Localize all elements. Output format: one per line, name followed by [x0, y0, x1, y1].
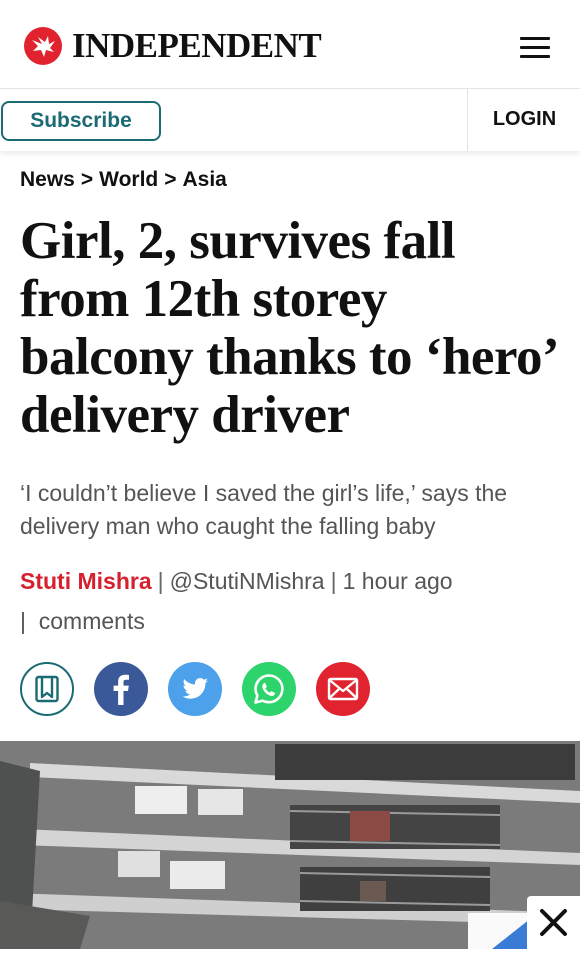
twitter-share-button[interactable]	[168, 662, 222, 716]
breadcrumb-separator: >	[164, 168, 177, 191]
article-headline: Girl, 2, survives fall from 12th storey …	[20, 212, 556, 444]
author-link[interactable]: Stuti Mishra	[20, 568, 152, 594]
article-standfirst: ‘I couldn’t believe I saved the girl’s l…	[20, 480, 508, 539]
publish-time: 1 hour ago	[342, 568, 453, 594]
building-photo	[0, 741, 580, 949]
email-icon	[327, 677, 359, 701]
breadcrumb-separator: >	[80, 168, 94, 191]
brand-name: INDEPENDENT	[72, 26, 322, 65]
whatsapp-icon	[254, 674, 284, 704]
comments-divider: |	[20, 608, 26, 634]
subscribe-button[interactable]: Subscribe	[1, 101, 161, 141]
facebook-icon	[113, 674, 129, 705]
facebook-share-button[interactable]	[94, 662, 148, 716]
email-share-button[interactable]	[316, 662, 370, 716]
eagle-logo-icon	[24, 27, 62, 65]
author-twitter-handle[interactable]: @StutiNMishra	[170, 568, 325, 594]
byline-divider: |	[157, 568, 164, 594]
article-hero-image[interactable]	[0, 741, 580, 949]
bookmark-button[interactable]	[20, 662, 74, 716]
breadcrumb: News > World > Asia	[20, 168, 227, 192]
hamburger-menu-icon[interactable]	[520, 37, 550, 58]
breadcrumb-asia[interactable]: Asia	[183, 168, 227, 191]
breadcrumb-news[interactable]: News	[20, 168, 75, 191]
byline-divider: |	[330, 568, 337, 594]
site-logo[interactable]: INDEPENDENT	[24, 26, 322, 65]
account-bar: Subscribe LOGIN	[0, 88, 580, 151]
twitter-icon	[182, 678, 208, 699]
whatsapp-share-button[interactable]	[242, 662, 296, 716]
close-icon	[540, 909, 567, 936]
breadcrumb-world[interactable]: World	[99, 168, 158, 191]
comments-link[interactable]: comments	[39, 608, 145, 634]
bookmark-icon	[35, 675, 59, 703]
comments-row: | comments	[20, 606, 145, 636]
site-header: INDEPENDENT	[0, 0, 580, 88]
close-ad-button[interactable]	[527, 896, 580, 949]
login-button[interactable]: LOGIN	[467, 89, 580, 151]
byline: Stuti Mishra | @StutiNMishra | 1 hour ago	[20, 565, 453, 597]
